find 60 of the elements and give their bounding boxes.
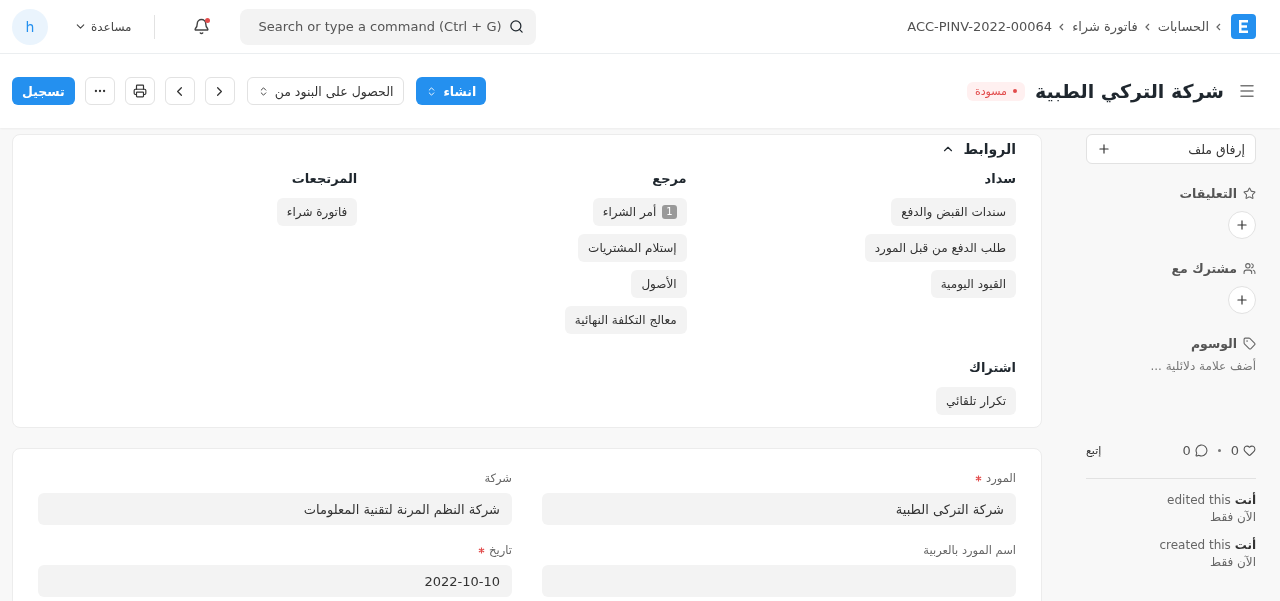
link-pill[interactable]: معالج التكلفة النهائية (564, 306, 687, 334)
field-label: المورد (542, 471, 1016, 485)
link-pill[interactable]: الأصول (631, 270, 687, 298)
input-field[interactable]: شركة النظم المرنة لتقنية المعلومات (38, 493, 512, 525)
tag-icon (1243, 337, 1256, 350)
plus-icon (1097, 142, 1111, 156)
app-logo[interactable] (1231, 14, 1256, 39)
group-title: مرجع (652, 171, 687, 186)
field-label: شركة (483, 471, 512, 485)
group-title: اشتراك (969, 360, 1016, 375)
next-button[interactable] (204, 77, 235, 105)
users-icon (1243, 262, 1256, 275)
chevron-icon (1215, 22, 1223, 31)
get-items-select[interactable]: الحصول على البنود من (246, 77, 405, 105)
sidebar-section-title: التعليقات (1179, 186, 1237, 201)
attach-file-button[interactable]: إرفاق ملف (1086, 134, 1256, 164)
add-button[interactable] (1228, 211, 1256, 239)
breadcrumb-link[interactable]: فاتورة شراء (1072, 19, 1138, 34)
activity-time: الآن فقط (1209, 510, 1256, 524)
sidebar-section-title: الوسوم (1190, 336, 1237, 351)
notification-bell-icon[interactable] (192, 18, 210, 35)
breadcrumb-link[interactable]: الحسابات (1157, 19, 1209, 34)
link-pill[interactable]: سندات القبض والدفع (891, 198, 1016, 226)
star-icon (1243, 187, 1256, 200)
add-button[interactable] (1228, 286, 1256, 314)
menu-icon[interactable] (1238, 82, 1256, 100)
comment-icon[interactable] (1194, 444, 1208, 457)
count-badge: 1 (662, 205, 677, 219)
link-pill[interactable]: تكرار تلقائي (936, 387, 1016, 415)
print-button[interactable] (124, 77, 155, 105)
follow-link[interactable]: إتبع (1086, 444, 1102, 457)
link-pill[interactable]: طلب الدفع من قبل المورد (864, 234, 1016, 262)
printer-icon (132, 84, 147, 98)
activity-time: الآن فقط (1209, 555, 1256, 569)
like-count: 0 (1230, 443, 1239, 458)
group-title: سداد (984, 171, 1016, 186)
chevron-icon (1143, 22, 1152, 31)
sidebar-section-title: مشترك مع (1171, 261, 1237, 276)
separator-dot (1217, 449, 1221, 452)
plus-icon (1235, 218, 1249, 232)
field-label: اسم المورد بالعربية (922, 543, 1016, 557)
add-tag-link[interactable]: أضف علامة دلائلية ... (1086, 359, 1256, 373)
link-pill[interactable]: القيود اليومية (930, 270, 1016, 298)
page-title: شركة التركي الطبية (1035, 80, 1224, 102)
heart-icon[interactable] (1243, 444, 1256, 457)
group-title: المرتجعات (291, 171, 358, 186)
section-title[interactable]: الروابط (963, 141, 1016, 157)
link-pill[interactable]: فاتورة شراء (276, 198, 358, 226)
plus-icon (1235, 293, 1249, 307)
status-label: مسودة (974, 84, 1007, 98)
comment-count: 0 (1182, 443, 1191, 458)
input-field[interactable]: شركة التركى الطبية (542, 493, 1016, 525)
search-field[interactable]: Search or type a command (Ctrl + G) (239, 8, 536, 45)
search-icon (508, 18, 524, 34)
breadcrumb-link[interactable]: ACC-PINV-2022-00064 (907, 19, 1053, 34)
field-label: تاريخ (38, 543, 512, 557)
previous-button[interactable] (164, 77, 195, 105)
input-field[interactable]: 2022-10-10 (38, 565, 512, 597)
link-pill[interactable]: إستلام المشتريات (578, 234, 687, 262)
help-menu[interactable]: مساعدة (68, 19, 138, 34)
